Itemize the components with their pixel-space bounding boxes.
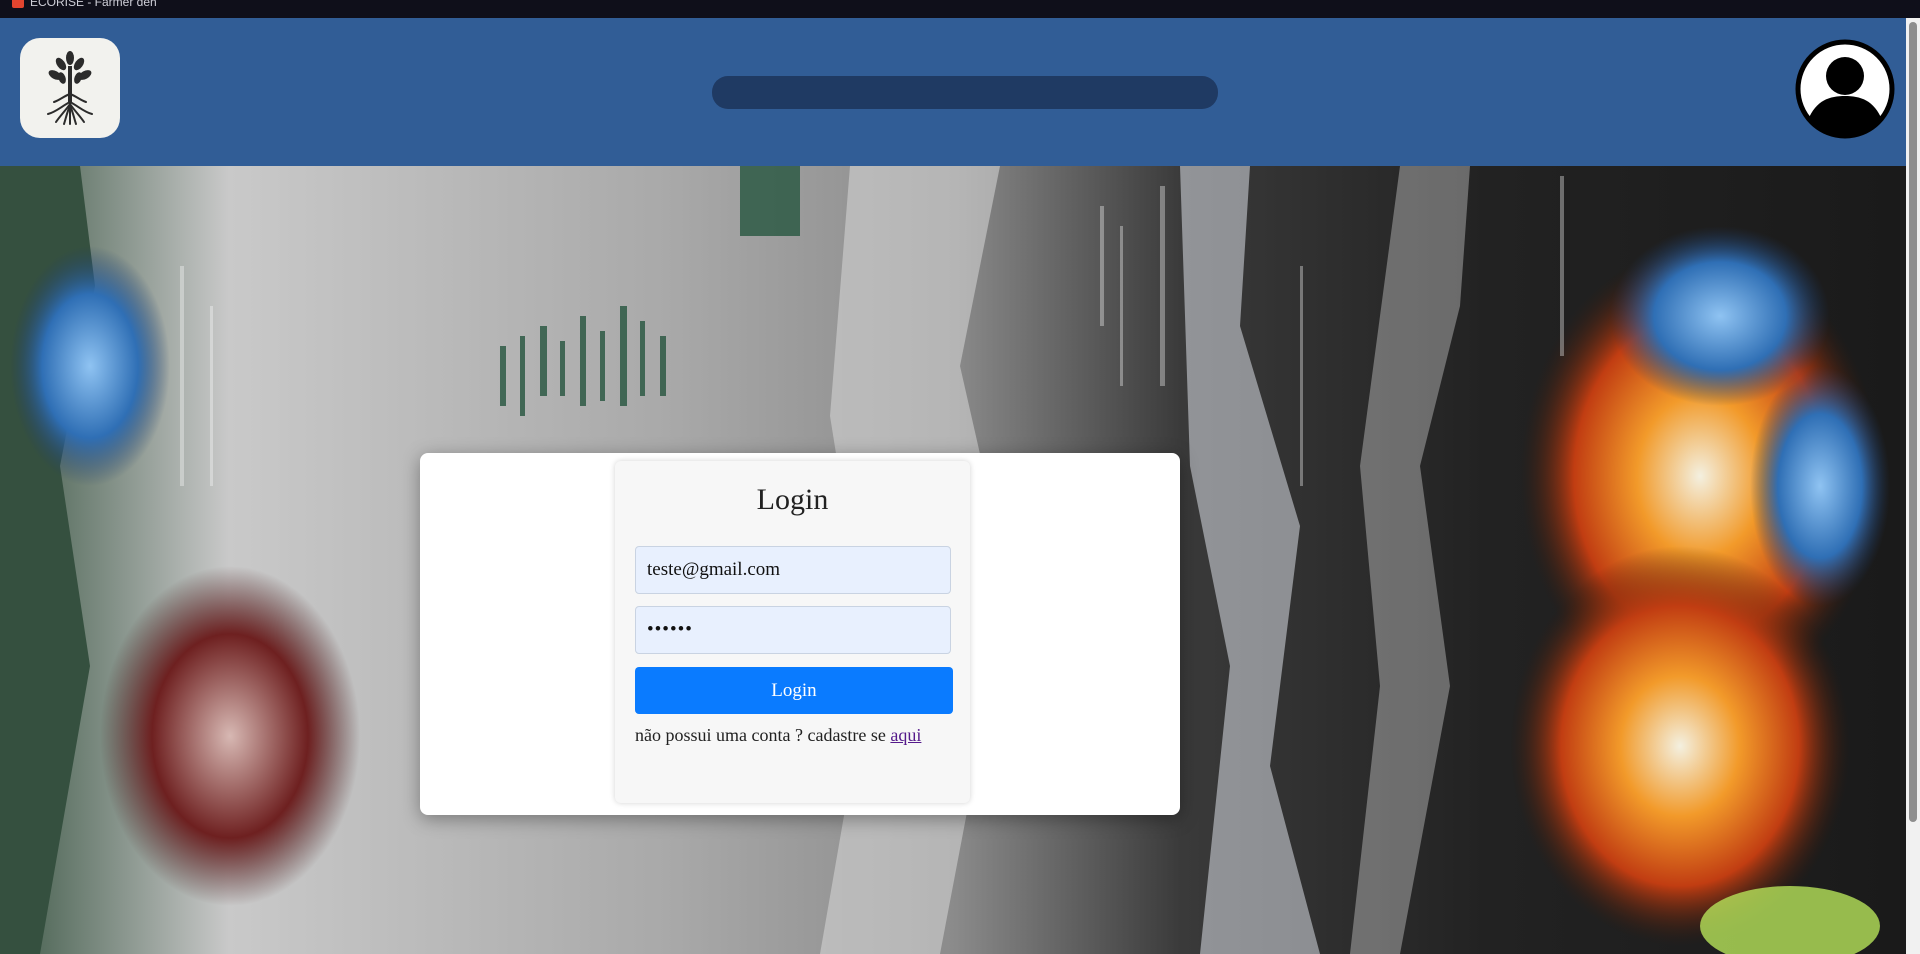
login-title: Login: [756, 483, 829, 516]
scrollbar-thumb[interactable]: [1909, 22, 1917, 822]
login-panel: Login Login não possui uma conta ? cadas…: [420, 453, 1180, 815]
password-field[interactable]: [635, 606, 951, 654]
login-button[interactable]: Login: [635, 667, 953, 714]
signup-prompt: não possui uma conta ? cadastre se aqui: [635, 725, 965, 746]
top-header: [0, 18, 1906, 166]
user-avatar-icon: [1795, 39, 1895, 139]
search-input[interactable]: [712, 76, 1218, 109]
tree-logo-icon: [47, 51, 93, 125]
user-avatar-button[interactable]: [1794, 38, 1896, 140]
login-card: Login Login não possui uma conta ? cadas…: [615, 461, 970, 803]
browser-tab-strip: ECORISE - Farmer deh: [0, 0, 1920, 18]
signup-text: não possui uma conta ? cadastre se: [635, 725, 886, 745]
signup-link[interactable]: aqui: [890, 725, 921, 745]
browser-tab[interactable]: ECORISE - Farmer deh: [12, 0, 157, 8]
site-logo[interactable]: [20, 38, 120, 138]
favicon-icon: [12, 0, 24, 8]
email-field[interactable]: [635, 546, 951, 594]
browser-tab-title: ECORISE - Farmer deh: [30, 0, 157, 9]
page-scrollbar[interactable]: [1906, 18, 1920, 954]
